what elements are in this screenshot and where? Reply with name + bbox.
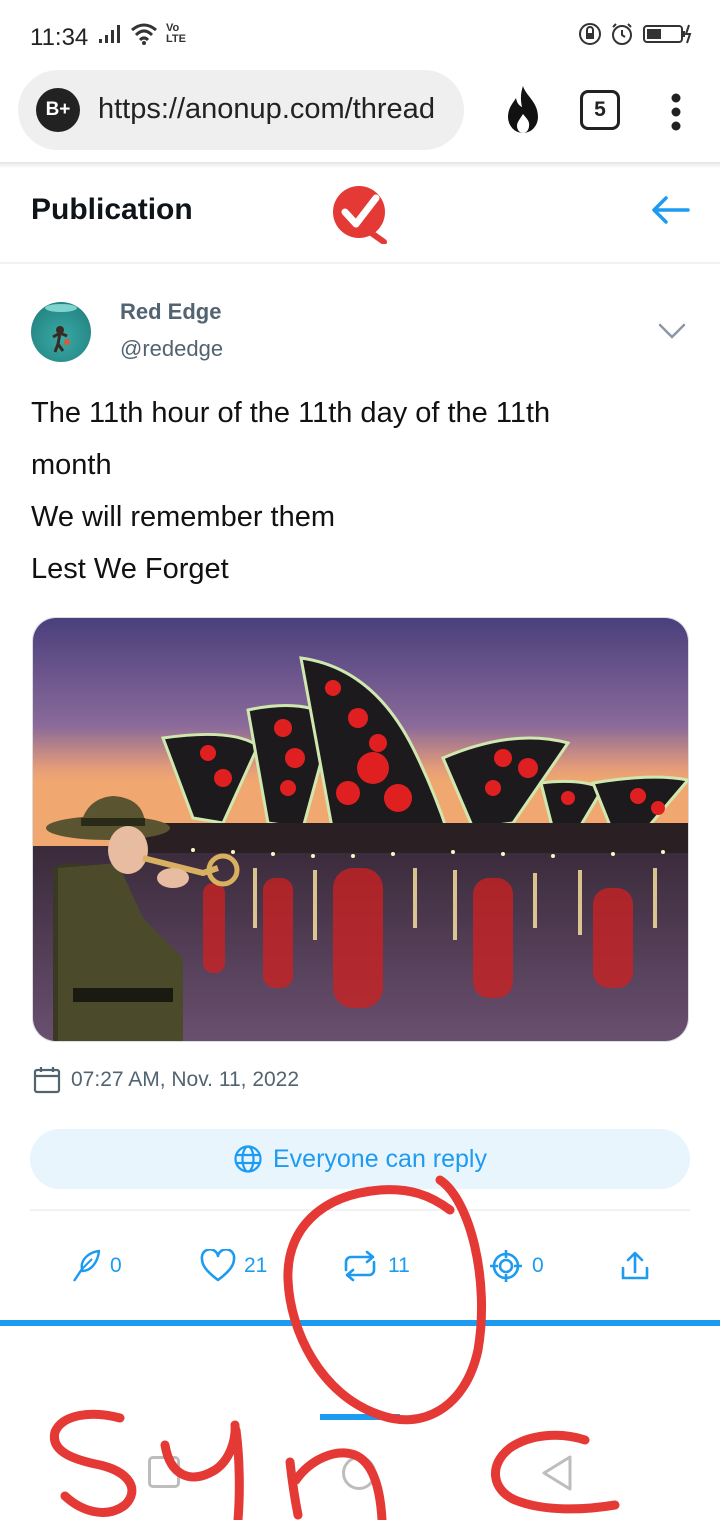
timestamp-row: 07:27 AM, Nov. 11, 2022	[33, 1066, 299, 1094]
back-arrow-icon[interactable]	[648, 190, 692, 230]
battery-charging-icon	[643, 24, 692, 44]
reply-count: 0	[110, 1254, 122, 1277]
volte-icon: Vo LTE	[166, 22, 186, 45]
home-button-icon[interactable]	[342, 1456, 376, 1490]
target-count: 0	[532, 1254, 544, 1277]
share-action[interactable]	[620, 1248, 650, 1284]
status-left-icons: Vo LTE	[98, 22, 192, 46]
status-time: 11:34	[30, 24, 89, 51]
reply-setting-button[interactable]: Everyone can reply	[30, 1129, 690, 1189]
repost-action[interactable]: 11	[340, 1248, 410, 1284]
browser-badge-icon[interactable]: B+	[36, 88, 80, 132]
like-action[interactable]: 21	[200, 1248, 267, 1284]
reply-setting-label: Everyone can reply	[272, 1144, 487, 1173]
chevron-down-icon[interactable]	[656, 318, 688, 344]
back-triangle-icon[interactable]	[540, 1454, 574, 1492]
address-bar[interactable]: B+ https://anonup.com/thread	[18, 70, 464, 150]
signal-icon	[99, 25, 120, 43]
nav-indicator	[320, 1414, 400, 1420]
calendar-icon	[33, 1067, 61, 1094]
target-action[interactable]: 0	[488, 1248, 544, 1284]
avatar[interactable]	[31, 302, 91, 362]
share-icon	[621, 1251, 649, 1280]
tab-switcher-button[interactable]: 5	[580, 90, 620, 130]
repost-icon	[344, 1250, 376, 1282]
reply-action[interactable]: 0	[70, 1248, 122, 1284]
avatar-image	[45, 304, 77, 353]
post-image[interactable]	[32, 617, 689, 1042]
lock-rotation-icon	[579, 23, 601, 45]
globe-icon	[234, 1145, 262, 1173]
author-name[interactable]: Red Edge	[120, 299, 221, 325]
author-handle[interactable]: @rededge	[120, 336, 223, 362]
feather-icon	[73, 1249, 101, 1282]
page-title: Publication	[31, 193, 193, 226]
site-logo-icon[interactable]	[330, 184, 390, 244]
status-bar: 11:34 Vo LTE	[0, 0, 720, 70]
post-timestamp: 07:27 AM, Nov. 11, 2022	[71, 1068, 300, 1091]
post-line: Lest We Forget	[31, 553, 229, 585]
heart-icon	[200, 1249, 236, 1282]
post-line: The 11th hour of the 11th day of the 11t…	[31, 397, 551, 429]
status-right-icons	[578, 22, 692, 46]
more-menu-icon[interactable]	[664, 92, 688, 132]
recents-button-icon[interactable]	[148, 1456, 180, 1488]
divider	[30, 1209, 690, 1211]
post-body: The 11th hour of the 11th day of the 11t…	[31, 387, 671, 595]
repost-count: 11	[388, 1254, 410, 1277]
progress-rule	[0, 1320, 720, 1326]
post-line: We will remember them	[31, 501, 336, 533]
target-icon	[490, 1250, 522, 1282]
wifi-icon	[131, 23, 157, 45]
post-line: month	[31, 449, 112, 481]
annotation-circle	[283, 1175, 487, 1425]
fire-icon[interactable]	[500, 84, 546, 136]
annotation-letter-s	[49, 1409, 137, 1517]
like-count: 21	[244, 1254, 268, 1277]
url-text[interactable]: https://anonup.com/thread	[98, 93, 444, 126]
opera-house-photo	[33, 618, 688, 1041]
alarm-icon	[612, 23, 632, 45]
page-header: Publication	[0, 168, 720, 264]
